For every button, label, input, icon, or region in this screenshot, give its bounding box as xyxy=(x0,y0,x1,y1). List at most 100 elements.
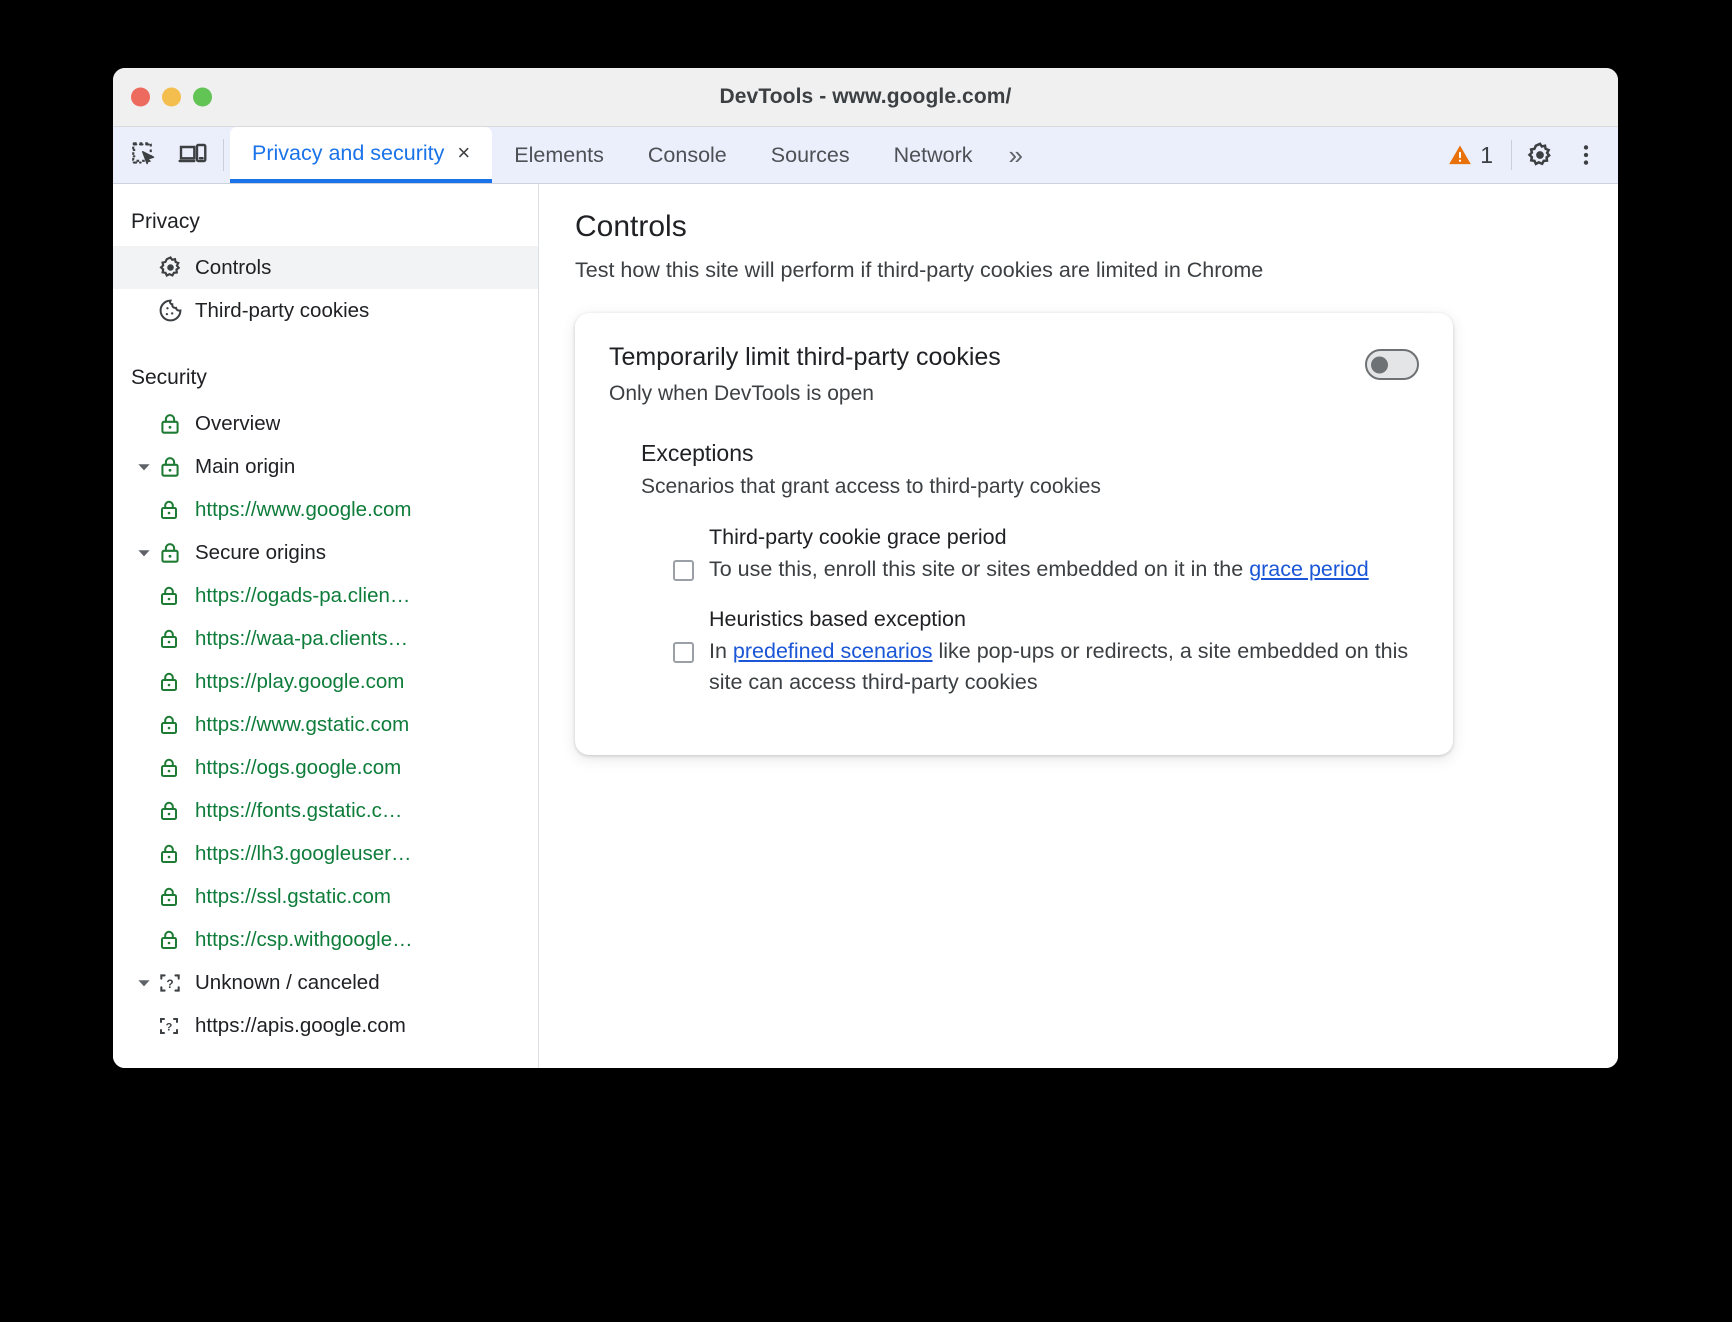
lock-icon xyxy=(157,540,195,566)
sidebar-group-main-origin[interactable]: Main origin xyxy=(113,445,538,488)
sidebar-item-overview[interactable]: Overview xyxy=(113,402,538,445)
sidebar-origin-item[interactable]: https://fonts.gstatic.c… xyxy=(113,789,538,832)
lock-icon xyxy=(157,928,195,952)
exception-heuristics: Heuristics based exception In predefined… xyxy=(673,607,1419,698)
tab-label: Network xyxy=(893,142,973,167)
sidebar[interactable]: Privacy Controls Third-party cookies Sec… xyxy=(113,184,539,1068)
maximize-window-button[interactable] xyxy=(193,87,212,107)
tab-elements[interactable]: Elements xyxy=(492,127,626,183)
tab-network[interactable]: Network xyxy=(872,127,995,183)
card-header-text: Temporarily limit third-party cookies On… xyxy=(609,343,1001,406)
card-title: Temporarily limit third-party cookies xyxy=(609,343,1001,371)
tab-sources[interactable]: Sources xyxy=(749,127,872,183)
sidebar-group-unknown-canceled[interactable]: ? Unknown / canceled xyxy=(113,961,538,1004)
sidebar-origin-label: https://fonts.gstatic.c… xyxy=(195,798,403,822)
sidebar-origin-item[interactable]: ? https://apis.google.com xyxy=(113,1004,538,1047)
warning-count: 1 xyxy=(1480,141,1493,168)
sidebar-origin-label: https://ogads-pa.clien… xyxy=(195,583,411,607)
lock-icon xyxy=(157,670,195,694)
more-tabs-icon[interactable]: » xyxy=(995,127,1037,183)
lock-icon xyxy=(157,498,195,522)
heuristics-checkbox[interactable] xyxy=(673,642,694,664)
grace-period-checkbox[interactable] xyxy=(673,560,694,581)
sidebar-group-secure-origins[interactable]: Secure origins xyxy=(113,531,538,574)
unknown-icon: ? xyxy=(157,970,195,996)
lock-icon xyxy=(157,842,195,866)
lock-icon xyxy=(157,756,195,780)
chevron-down-icon[interactable] xyxy=(131,974,157,992)
sidebar-origin-label: https://www.google.com xyxy=(195,497,412,521)
sidebar-item-third-party-cookies[interactable]: Third-party cookies xyxy=(113,289,538,332)
exception-name: Heuristics based exception xyxy=(709,607,966,632)
limit-third-party-cookies-toggle[interactable] xyxy=(1365,349,1419,380)
main-panel: Controls Test how this site will perform… xyxy=(539,184,1618,1068)
third-party-cookies-card: Temporarily limit third-party cookies On… xyxy=(575,313,1453,755)
inspect-element-icon[interactable] xyxy=(121,127,169,183)
lock-icon xyxy=(157,411,195,437)
warning-indicator[interactable]: 1 xyxy=(1433,142,1507,169)
sidebar-origin-item[interactable]: https://waa-pa.clients… xyxy=(113,617,538,660)
close-window-button[interactable] xyxy=(131,87,150,107)
minimize-window-button[interactable] xyxy=(162,87,181,107)
sidebar-origin-item[interactable]: https://csp.withgoogle… xyxy=(113,918,538,961)
warning-triangle-icon xyxy=(1449,145,1472,165)
tab-label: Privacy and security xyxy=(252,140,445,165)
lock-icon xyxy=(157,713,195,737)
sidebar-origin-item[interactable]: https://ogs.google.com xyxy=(113,746,538,789)
tab-label: Sources xyxy=(770,142,850,167)
lock-icon xyxy=(157,799,195,823)
sidebar-origin-label: https://apis.google.com xyxy=(195,1013,406,1037)
exception-desc-before: In xyxy=(709,639,733,664)
sidebar-item-controls[interactable]: Controls xyxy=(113,246,538,289)
exception-desc-before: To use this, enroll this site or sites e… xyxy=(709,557,1250,581)
grace-period-link[interactable]: grace period xyxy=(1249,557,1369,581)
gear-icon[interactable] xyxy=(1516,140,1564,170)
page-title: Controls xyxy=(575,210,687,243)
devtools-toolbar: Privacy and security × Elements Console … xyxy=(113,127,1618,184)
gear-icon xyxy=(157,254,195,281)
lock-icon xyxy=(157,584,195,608)
page-subtitle: Test how this site will perform if third… xyxy=(575,258,1264,282)
sidebar-origin-item[interactable]: https://www.google.com xyxy=(113,488,538,531)
unknown-icon: ? xyxy=(157,1014,195,1038)
sidebar-origin-item[interactable]: https://play.google.com xyxy=(113,660,538,703)
lock-icon xyxy=(157,627,195,651)
window-titlebar: DevTools - www.google.com/ xyxy=(113,68,1618,127)
sidebar-origin-label: https://csp.withgoogle… xyxy=(195,927,413,951)
tab-label: Elements xyxy=(514,142,604,167)
toolbar-divider xyxy=(1511,140,1512,170)
sidebar-item-label: Main origin xyxy=(195,454,296,478)
exceptions-title: Exceptions xyxy=(641,440,754,466)
tab-privacy-and-security[interactable]: Privacy and security × xyxy=(230,127,493,183)
svg-text:?: ? xyxy=(166,1021,173,1033)
predefined-scenarios-link[interactable]: predefined scenarios xyxy=(733,639,933,663)
sidebar-origin-item[interactable]: https://ogads-pa.clien… xyxy=(113,574,538,617)
sidebar-origin-label: https://lh3.googleuser… xyxy=(195,841,412,865)
tab-console[interactable]: Console xyxy=(626,127,749,183)
sidebar-item-label: Overview xyxy=(195,411,281,435)
svg-text:?: ? xyxy=(166,976,173,990)
exceptions-subtitle: Scenarios that grant access to third-par… xyxy=(641,475,1101,498)
card-header: Temporarily limit third-party cookies On… xyxy=(609,343,1419,406)
toolbar-divider xyxy=(223,139,224,171)
sidebar-origin-label: https://www.gstatic.com xyxy=(195,712,410,736)
sidebar-section-security-title: Security xyxy=(131,366,207,389)
devtools-window: DevTools - www.google.com/ Privacy and s… xyxy=(113,68,1618,1068)
lock-icon xyxy=(157,454,195,480)
sidebar-origin-item[interactable]: https://ssl.gstatic.com xyxy=(113,875,538,918)
cookie-icon xyxy=(157,297,195,324)
exception-name: Third-party cookie grace period xyxy=(709,525,1007,549)
chevron-down-icon[interactable] xyxy=(131,458,157,476)
device-toolbar-icon[interactable] xyxy=(169,127,217,183)
sidebar-origin-item[interactable]: https://lh3.googleuser… xyxy=(113,832,538,875)
sidebar-origin-label: https://ssl.gstatic.com xyxy=(195,884,391,908)
sidebar-item-label: Secure origins xyxy=(195,540,327,564)
card-subtitle: Only when DevTools is open xyxy=(609,382,874,405)
close-icon[interactable]: × xyxy=(457,142,470,164)
exception-description: To use this, enroll this site or sites e… xyxy=(709,554,1369,585)
tab-label: Console xyxy=(647,142,727,167)
chevron-down-icon[interactable] xyxy=(131,544,157,562)
sidebar-origin-item[interactable]: https://www.gstatic.com xyxy=(113,703,538,746)
three-dot-menu-icon[interactable] xyxy=(1568,142,1604,168)
devtools-content: Privacy Controls Third-party cookies Sec… xyxy=(113,184,1618,1068)
